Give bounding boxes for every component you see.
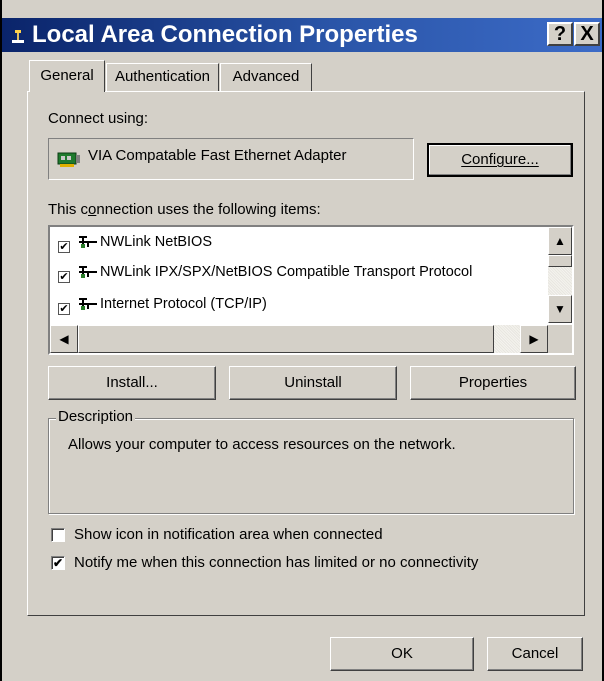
title-bar[interactable]: Local Area Connection Properties ? X bbox=[2, 18, 602, 52]
close-button[interactable]: X bbox=[574, 22, 600, 46]
item-label: NWLink NetBIOS bbox=[100, 234, 212, 250]
description-text: Allows your computer to access resources… bbox=[68, 436, 456, 453]
properties-button[interactable]: Properties bbox=[410, 366, 576, 400]
protocol-icon bbox=[79, 266, 97, 278]
item-checkbox[interactable]: ✔ bbox=[58, 271, 70, 283]
cancel-button[interactable]: Cancel bbox=[487, 637, 583, 671]
vertical-scroll-thumb[interactable] bbox=[548, 255, 572, 267]
vertical-scrollbar[interactable]: ▲ ▼ bbox=[548, 227, 572, 323]
items-label-part1: This c bbox=[48, 201, 89, 218]
tab-authentication[interactable]: Authentication bbox=[106, 63, 219, 91]
show-icon-checkbox[interactable] bbox=[51, 528, 65, 542]
network-adapter-icon bbox=[57, 152, 80, 167]
show-icon-label[interactable]: Show icon in notification area when conn… bbox=[74, 526, 383, 543]
tab-general[interactable]: General bbox=[29, 60, 105, 92]
configure-label: Configure... bbox=[461, 151, 539, 168]
help-button[interactable]: ? bbox=[547, 22, 573, 46]
scroll-up-arrow-icon[interactable]: ▲ bbox=[548, 227, 572, 255]
install-button[interactable]: Install... bbox=[48, 366, 216, 400]
tab-advanced[interactable]: Advanced bbox=[220, 63, 312, 91]
scroll-down-arrow-icon[interactable]: ▼ bbox=[548, 295, 572, 323]
protocol-icon bbox=[79, 236, 97, 248]
item-checkbox[interactable]: ✔ bbox=[58, 303, 70, 315]
description-title: Description bbox=[56, 408, 136, 425]
ok-button[interactable]: OK bbox=[330, 637, 474, 671]
item-label: Internet Protocol (TCP/IP) bbox=[100, 296, 267, 312]
configure-button[interactable]: Configure... bbox=[427, 143, 573, 177]
connection-items-list[interactable]: ✔ NWLink NetBIOS ✔ NWLink IPX/SPX/NetBIO… bbox=[48, 225, 574, 355]
notify-checkbox[interactable]: ✔ bbox=[51, 556, 65, 570]
dialog-window: Local Area Connection Properties ? X Gen… bbox=[0, 0, 604, 681]
scroll-left-arrow-icon[interactable]: ◀ bbox=[50, 325, 78, 353]
notify-label[interactable]: Notify me when this connection has limit… bbox=[74, 554, 478, 571]
items-list-label: This connection uses the following items… bbox=[48, 201, 321, 218]
scroll-right-arrow-icon[interactable]: ▶ bbox=[520, 325, 548, 353]
items-label-part2: nnection uses the following items: bbox=[96, 201, 321, 218]
description-groupbox bbox=[48, 418, 574, 514]
protocol-icon bbox=[79, 298, 97, 310]
network-connection-icon bbox=[12, 30, 24, 43]
connect-using-label: Connect using: bbox=[48, 110, 149, 127]
item-label: NWLink IPX/SPX/NetBIOS Compatible Transp… bbox=[100, 264, 473, 280]
adapter-name: VIA Compatable Fast Ethernet Adapter bbox=[88, 147, 347, 164]
horizontal-scrollbar[interactable]: ◀ ▶ bbox=[50, 325, 548, 353]
item-checkbox[interactable]: ✔ bbox=[58, 241, 70, 253]
horizontal-scroll-thumb[interactable] bbox=[78, 325, 494, 353]
scrollbar-corner bbox=[548, 325, 572, 353]
uninstall-button[interactable]: Uninstall bbox=[229, 366, 397, 400]
window-title: Local Area Connection Properties bbox=[32, 21, 418, 48]
adapter-display: VIA Compatable Fast Ethernet Adapter bbox=[48, 138, 414, 180]
